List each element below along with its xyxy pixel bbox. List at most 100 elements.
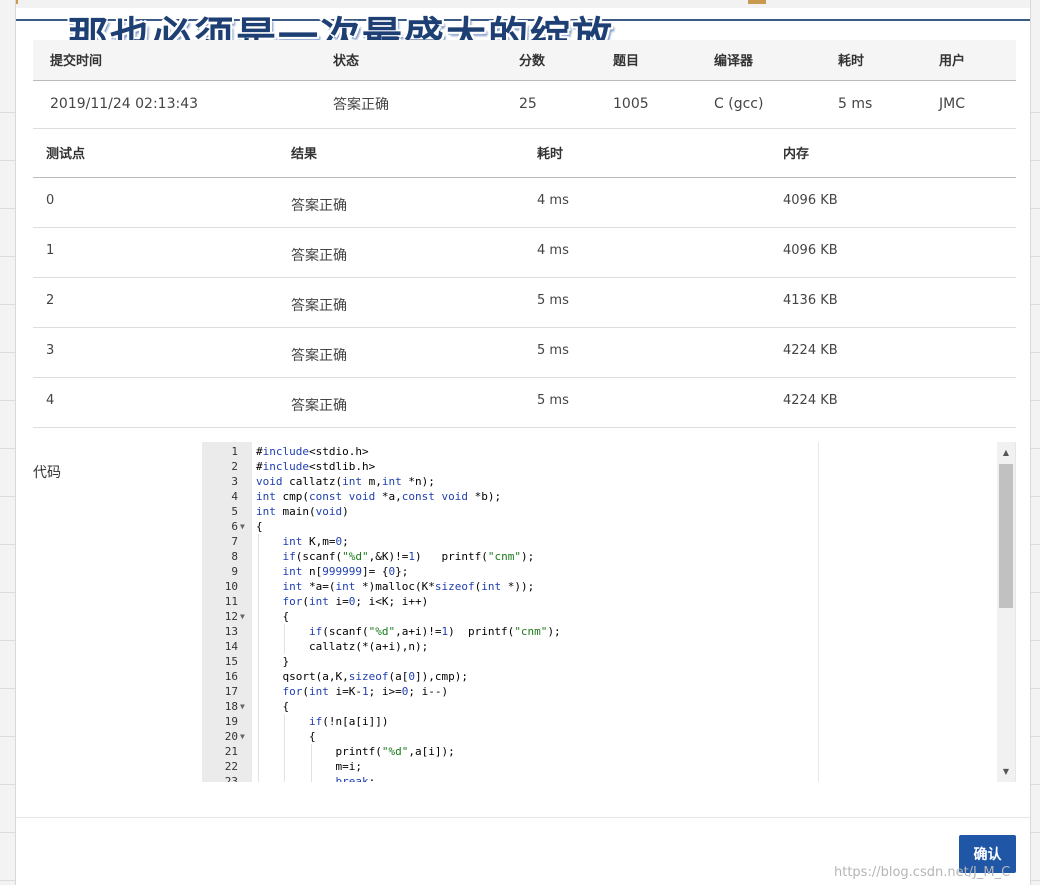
background-row-line — [0, 880, 15, 881]
code-line: 14 callatz(*(a+i),n); — [202, 639, 1015, 654]
line-number: 18 — [224, 700, 238, 713]
background-row-line — [1031, 544, 1040, 545]
background-row-line — [1031, 592, 1040, 593]
problem-link[interactable]: 1005 — [596, 80, 697, 129]
indent-guide — [284, 714, 286, 729]
code-text: if(!n[a[i]]) — [308, 715, 389, 728]
case-memory: 4136 KB — [770, 277, 1016, 328]
line-number: 16 — [224, 670, 238, 683]
line-number: 1 — [231, 445, 238, 458]
indent-guide — [258, 654, 259, 669]
line-number: 12 — [224, 610, 238, 623]
code-line: 19 if(!n[a[i]]) — [202, 714, 1015, 729]
code-line: 1 #include<stdio.h> — [202, 444, 1015, 459]
case-memory: 4224 KB — [770, 327, 1016, 378]
indent-guide — [258, 699, 259, 714]
code-editor[interactable]: ▲ ▼ 1 #include<stdio.h> 2 #include<stdlib.h… — [202, 442, 1016, 782]
background-row-line — [0, 832, 15, 833]
indent-guide — [284, 729, 286, 744]
code-line: 18 ▼ { — [202, 699, 1015, 714]
background-row-line — [1031, 496, 1040, 497]
background-row-line — [1031, 160, 1040, 161]
background-row-line — [0, 688, 15, 689]
table-row: 0 答案正确 4 ms 4096 KB — [33, 177, 1016, 228]
header-memory: 内存 — [770, 129, 1016, 178]
case-result: 答案正确 — [278, 177, 524, 228]
line-number: 9 — [231, 565, 238, 578]
code-text: { — [256, 520, 263, 533]
code-line: 4 int cmp(const void *a,const void *b); — [202, 489, 1015, 504]
fold-toggle-icon[interactable]: ▼ — [240, 699, 250, 714]
code-line: 3 void callatz(int m,int *n); — [202, 474, 1015, 489]
indent-guide — [258, 549, 259, 564]
background-row-line — [0, 112, 15, 113]
background-row-line — [0, 448, 15, 449]
test-case-table: 测试点 结果 耗时 内存 0 答案正确 4 ms 4096 KB 1 答案正确 4 ms 40… — [33, 129, 1016, 428]
case-result: 答案正确 — [278, 277, 524, 328]
case-header-row: 测试点 结果 耗时 内存 — [33, 129, 1016, 178]
indent-guide — [258, 564, 259, 579]
case-result: 答案正确 — [278, 327, 524, 378]
indent-guide — [284, 744, 286, 759]
line-number: 19 — [224, 715, 238, 728]
background-row-line — [0, 784, 15, 785]
case-memory: 4096 KB — [770, 227, 1016, 278]
background-row-line — [0, 592, 15, 593]
score: 25 — [502, 80, 596, 129]
fold-toggle-icon[interactable]: ▼ — [240, 519, 250, 534]
line-number: 23 — [224, 775, 238, 782]
background-row-line — [0, 208, 15, 209]
header-score: 分数 — [502, 40, 596, 81]
line-number: 20 — [224, 730, 238, 743]
line-number: 14 — [224, 640, 238, 653]
indent-guide — [284, 759, 286, 774]
code-line: 21 printf("%d",a[i]); — [202, 744, 1015, 759]
table-row: 2 答案正确 5 ms 4136 KB — [33, 277, 1016, 328]
header-compiler: 编译器 — [697, 40, 821, 81]
background-page-right — [1030, 0, 1040, 885]
code-text: if(scanf("%d",&K)!=1) printf("cnm"); — [282, 550, 535, 563]
line-number: 15 — [224, 655, 238, 668]
table-row: 3 答案正确 5 ms 4224 KB — [33, 327, 1016, 378]
line-number: 5 — [231, 505, 238, 518]
line-number: 4 — [231, 490, 238, 503]
case-memory: 4096 KB — [770, 177, 1016, 228]
code-text: #include<stdlib.h> — [256, 460, 376, 473]
indent-guide — [258, 534, 259, 549]
submission-detail-modal: 那也必须是一次最盛大的绽放 提交时间 状态 分数 题目 编译器 耗时 用户 20… — [16, 8, 1030, 885]
indent-guide — [258, 759, 259, 774]
background-row-line — [0, 496, 15, 497]
fold-toggle-icon[interactable]: ▼ — [240, 609, 250, 624]
line-number: 22 — [224, 760, 238, 773]
code-text: } — [256, 655, 290, 668]
case-result: 答案正确 — [278, 227, 524, 278]
code-line: 22 m=i; — [202, 759, 1015, 774]
case-id: 3 — [33, 327, 278, 378]
case-id: 0 — [33, 177, 278, 228]
background-row-line — [0, 400, 15, 401]
submission-row: 2019/11/24 02:13:43 答案正确 25 1005 C (gcc)… — [33, 80, 1016, 129]
line-number: 11 — [224, 595, 238, 608]
code-line: 23 break; — [202, 774, 1015, 782]
header-result: 结果 — [278, 129, 524, 178]
compiler: C (gcc) — [697, 80, 821, 129]
background-page-left — [0, 0, 16, 885]
indent-guide — [310, 759, 312, 774]
background-row-line — [0, 160, 15, 161]
code-text: { — [256, 610, 290, 623]
fold-toggle-icon[interactable]: ▼ — [240, 729, 250, 744]
case-id: 4 — [33, 377, 278, 428]
code-line: 12 ▼ { — [202, 609, 1015, 624]
background-row-line — [1031, 112, 1040, 113]
status-badge: 答案正确 — [316, 80, 502, 129]
header-case-time: 耗时 — [524, 129, 770, 178]
background-row-line — [1031, 304, 1040, 305]
code-line: 13 if(scanf("%d",a+i)!=1) printf("cnm"); — [202, 624, 1015, 639]
code-text: { — [256, 730, 316, 743]
background-row-line — [0, 544, 15, 545]
elapsed-time: 5 ms — [821, 80, 922, 129]
code-line: 5 int main(void) — [202, 504, 1015, 519]
case-result: 答案正确 — [278, 377, 524, 428]
code-line: 16 qsort(a,K,sizeof(a[0]),cmp); — [202, 669, 1015, 684]
indent-guide — [310, 774, 312, 782]
